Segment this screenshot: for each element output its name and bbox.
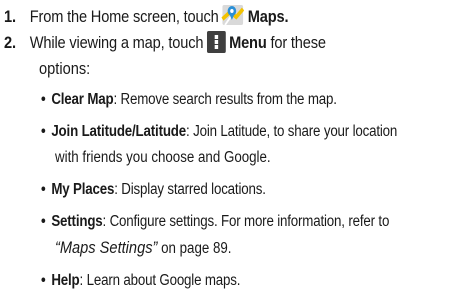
bullet-mark: • — [41, 123, 46, 140]
option-description-continued: “Maps Settings” on page 89. — [55, 235, 232, 261]
menu-label: Menu — [229, 33, 267, 52]
option-description: : Learn about Google maps. — [79, 272, 241, 289]
document-page: 1. From the Home screen, touch Maps. 2. Wh… — [0, 0, 459, 303]
option-help: • Help: Learn about Google maps. — [41, 268, 240, 293]
step-text: While viewing a map, touch — [29, 33, 204, 52]
option-term: Help — [51, 272, 80, 289]
step-number: 1. — [4, 7, 16, 26]
option-description: : Display starred locations. — [114, 181, 266, 198]
step-text-after: for these — [266, 33, 326, 52]
option-join-latitude: • Join Latitude/Latitude: Join Latitude, … — [41, 119, 397, 144]
option-description: : Remove search results from the map. — [113, 91, 337, 108]
step-punct: . — [284, 7, 289, 26]
page-reference: on page 89. — [157, 240, 232, 257]
bullet-mark: • — [41, 91, 46, 108]
option-description-continued: with friends you choose and Google. — [55, 149, 271, 166]
bullet-mark: • — [41, 213, 46, 230]
option-description: : Configure settings. For more informati… — [102, 213, 390, 230]
option-description: : Join Latitude, to share your location — [186, 123, 398, 140]
option-term: Join Latitude/Latitude — [51, 123, 187, 140]
option-term: Settings — [51, 213, 103, 230]
step-number: 2. — [4, 33, 16, 52]
maps-label: Maps — [247, 7, 285, 26]
step-text: From the Home screen, touch — [29, 7, 219, 26]
bullet-mark: • — [41, 181, 46, 198]
option-term: Clear Map — [51, 91, 114, 108]
option-my-places: • My Places: Display starred locations. — [41, 177, 266, 202]
step-2-continuation: options: — [39, 59, 91, 78]
option-settings: • Settings: Configure settings. For more … — [41, 209, 389, 234]
option-term: My Places — [51, 181, 115, 198]
bullet-mark: • — [41, 272, 46, 289]
menu-key-icon — [206, 31, 226, 61]
maps-settings-link[interactable]: “Maps Settings” — [55, 238, 157, 257]
option-clear-map: • Clear Map: Remove search results from t… — [41, 87, 337, 112]
